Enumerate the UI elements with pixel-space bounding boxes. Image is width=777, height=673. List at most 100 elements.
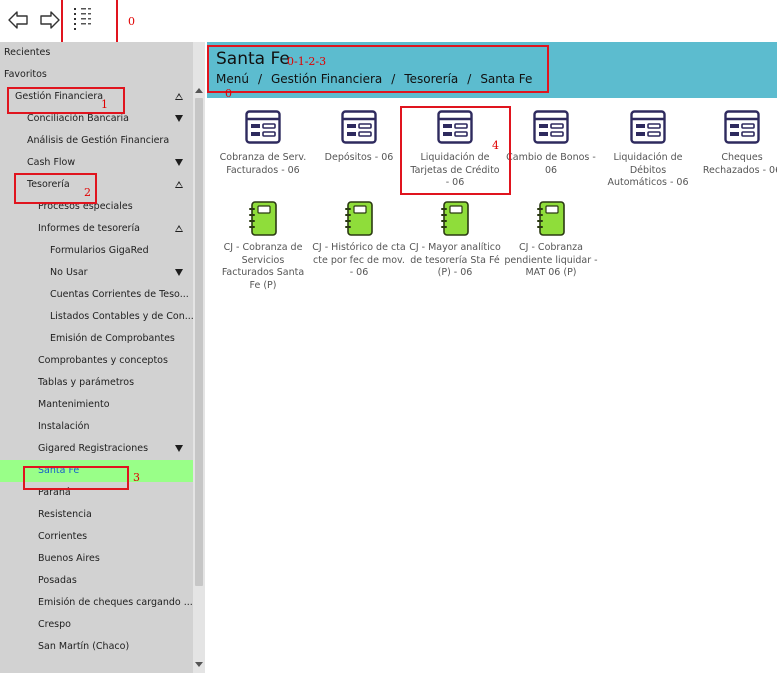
sidebar-item-posadas[interactable]: Posadas bbox=[0, 570, 193, 592]
sidebar-item-listados-contables[interactable]: Listados Contables y de Con... bbox=[0, 306, 193, 328]
tile-label[interactable]: Cheques Rechazados - 06 bbox=[694, 152, 777, 177]
sidebar-item-informes-tesoreria[interactable]: Informes de tesorería bbox=[0, 218, 193, 240]
sidebar-item-label: Cuentas Corrientes de Teso... bbox=[50, 289, 189, 300]
sidebar-item-label: Tablas y parámetros bbox=[38, 377, 135, 388]
tile-label[interactable]: CJ - Cobranza de Servicios Facturados Sant… bbox=[215, 242, 311, 292]
tile-label-line: Automáticos - 06 bbox=[607, 177, 689, 188]
sidebar-item-label: Resistencia bbox=[38, 509, 92, 520]
sidebar-item-comprobantes-conceptos[interactable]: Comprobantes y conceptos bbox=[0, 350, 193, 372]
sidebar-item-label: Crespo bbox=[38, 619, 71, 630]
collapse-triangle-icon[interactable] bbox=[175, 181, 183, 188]
sidebar-item-label: Posadas bbox=[38, 575, 77, 586]
tile-label-line: CJ - Histórico de cta bbox=[312, 242, 406, 253]
annotation-box-3 bbox=[23, 466, 129, 490]
expand-triangle-icon[interactable] bbox=[175, 159, 183, 166]
notebook-icon[interactable] bbox=[341, 200, 377, 236]
tile-label-line: pendiente liquidar - bbox=[504, 254, 598, 266]
form-icon[interactable] bbox=[724, 110, 760, 144]
sidebar-item-san-martin-chaco[interactable]: San Martín (Chaco) bbox=[0, 636, 193, 658]
tile-label-line: 06 bbox=[544, 164, 558, 176]
sidebar-item-label: Instalación bbox=[38, 421, 90, 432]
annotation-label-header-2: 0 bbox=[225, 87, 232, 100]
sidebar-item-emision-cheques[interactable]: Emisión de cheques cargando ... bbox=[0, 592, 193, 614]
sidebar-item-favoritos[interactable]: Favoritos bbox=[0, 64, 193, 86]
sidebar-item-cuentas-corrientes[interactable]: Cuentas Corrientes de Teso... bbox=[0, 284, 193, 306]
tile-label[interactable]: Liquidación de Débitos Automáticos - 06 bbox=[600, 152, 696, 190]
annotation-label-4: 4 bbox=[492, 139, 499, 152]
sidebar-scrollbar[interactable] bbox=[193, 42, 205, 673]
expand-triangle-icon[interactable] bbox=[175, 115, 183, 122]
form-icon[interactable] bbox=[341, 110, 377, 144]
notebook-icon[interactable] bbox=[437, 200, 473, 236]
sidebar-item-formularios-gigared[interactable]: Formularios GigaRed bbox=[0, 240, 193, 262]
tile-label-line: Facturados Santa bbox=[221, 267, 305, 278]
notebook-icon[interactable] bbox=[533, 200, 569, 236]
sidebar-item-crespo[interactable]: Crespo bbox=[0, 614, 193, 636]
sidebar-item-label: San Martín (Chaco) bbox=[38, 641, 130, 652]
tile-label-line: CJ - Mayor analítico bbox=[409, 242, 501, 253]
tile-label[interactable]: CJ - Histórico de cta cte por fec de mov.… bbox=[311, 242, 407, 280]
tile-label-line: CJ - Cobranza bbox=[519, 242, 583, 253]
sidebar-item-label: Listados Contables y de Con... bbox=[50, 311, 193, 322]
scroll-down-icon[interactable] bbox=[195, 662, 203, 667]
sidebar-item-label: Emisión de Comprobantes bbox=[50, 333, 175, 344]
tile-label-line: Facturados - 06 bbox=[226, 164, 300, 176]
annotation-label-1: 1 bbox=[101, 98, 108, 111]
form-icon[interactable] bbox=[533, 110, 569, 144]
form-icon[interactable] bbox=[630, 110, 666, 144]
sidebar-item-label: Cash Flow bbox=[27, 157, 76, 168]
tile-label-line: Liquidación de bbox=[613, 152, 683, 163]
sidebar-item-instalacion[interactable]: Instalación bbox=[0, 416, 193, 438]
tile-label[interactable]: Depósitos - 06 bbox=[311, 152, 407, 165]
annotation-box-header bbox=[207, 45, 549, 93]
tile-label-line: MAT 06 (P) bbox=[525, 267, 577, 278]
sidebar-item-label: Comprobantes y conceptos bbox=[38, 355, 168, 366]
sidebar-item-recientes[interactable]: Recientes bbox=[0, 42, 193, 64]
notebook-icon[interactable] bbox=[245, 200, 281, 236]
back-arrow-icon[interactable] bbox=[6, 8, 30, 32]
forward-arrow-icon[interactable] bbox=[38, 8, 62, 32]
sidebar-item-label: Corrientes bbox=[38, 531, 88, 542]
annotation-label-header: 0-1-2-3 bbox=[287, 55, 327, 68]
expand-triangle-icon[interactable] bbox=[175, 269, 183, 276]
tile-label[interactable]: Cobranza de Serv. Facturados - 06 bbox=[215, 152, 311, 177]
app-window: 0 Recientes Favoritos Gestión Financiera… bbox=[0, 0, 777, 673]
sidebar-item-label: Formularios GigaRed bbox=[50, 245, 149, 256]
form-icon[interactable] bbox=[245, 110, 281, 144]
tile-label-line: Cambio de Bonos - bbox=[506, 152, 596, 163]
annotation-label-0: 0 bbox=[128, 15, 135, 28]
annotation-label-2: 2 bbox=[84, 186, 91, 199]
tile-label-line: Rechazados - 06 bbox=[702, 164, 777, 176]
tile-label[interactable]: CJ - Cobranza pendiente liquidar - MAT 06 … bbox=[503, 242, 599, 280]
tile-label-line: Cobranza de Serv. bbox=[219, 152, 307, 163]
tile-label[interactable]: CJ - Mayor analítico de tesorería Sta Fé(… bbox=[407, 242, 503, 280]
sidebar-item-emision-comprobantes[interactable]: Emisión de Comprobantes bbox=[0, 328, 193, 350]
sidebar-item-resistencia[interactable]: Resistencia bbox=[0, 504, 193, 526]
sidebar-item-label: Análisis de Gestión Financiera bbox=[27, 135, 170, 146]
scroll-up-icon[interactable] bbox=[195, 88, 203, 93]
scrollbar-thumb[interactable] bbox=[195, 98, 203, 586]
sidebar-item-tablas-parametros[interactable]: Tablas y parámetros bbox=[0, 372, 193, 394]
sidebar: Recientes Favoritos Gestión Financiera C… bbox=[0, 42, 193, 673]
sidebar-item-label: Buenos Aires bbox=[38, 553, 100, 564]
sidebar-item-label: Mantenimiento bbox=[38, 399, 110, 410]
sidebar-item-gigared-registraciones[interactable]: Gigared Registraciones bbox=[0, 438, 193, 460]
annotation-label-3: 3 bbox=[133, 471, 140, 484]
tile-label-line: Depósitos - 06 bbox=[324, 152, 394, 163]
collapse-triangle-icon[interactable] bbox=[175, 93, 183, 100]
sidebar-item-label: Informes de tesorería bbox=[38, 223, 140, 234]
sidebar-item-analisis-gestion[interactable]: Análisis de Gestión Financiera bbox=[0, 130, 193, 152]
collapse-triangle-icon[interactable] bbox=[175, 225, 183, 232]
sidebar-item-label: Recientes bbox=[4, 47, 51, 58]
tile-label-line: Débitos bbox=[629, 164, 667, 176]
tile-label-line: Cheques bbox=[721, 152, 763, 163]
sidebar-item-no-usar[interactable]: No Usar bbox=[0, 262, 193, 284]
expand-triangle-icon[interactable] bbox=[175, 445, 183, 452]
sidebar-item-cash-flow[interactable]: Cash Flow bbox=[0, 152, 193, 174]
sidebar-item-corrientes[interactable]: Corrientes bbox=[0, 526, 193, 548]
tile-label[interactable]: Cambio de Bonos -06 bbox=[503, 152, 599, 177]
sidebar-item-label: Favoritos bbox=[4, 69, 47, 80]
sidebar-item-mantenimiento[interactable]: Mantenimiento bbox=[0, 394, 193, 416]
sidebar-item-buenos-aires[interactable]: Buenos Aires bbox=[0, 548, 193, 570]
sidebar-item-label: Gigared Registraciones bbox=[38, 443, 149, 454]
